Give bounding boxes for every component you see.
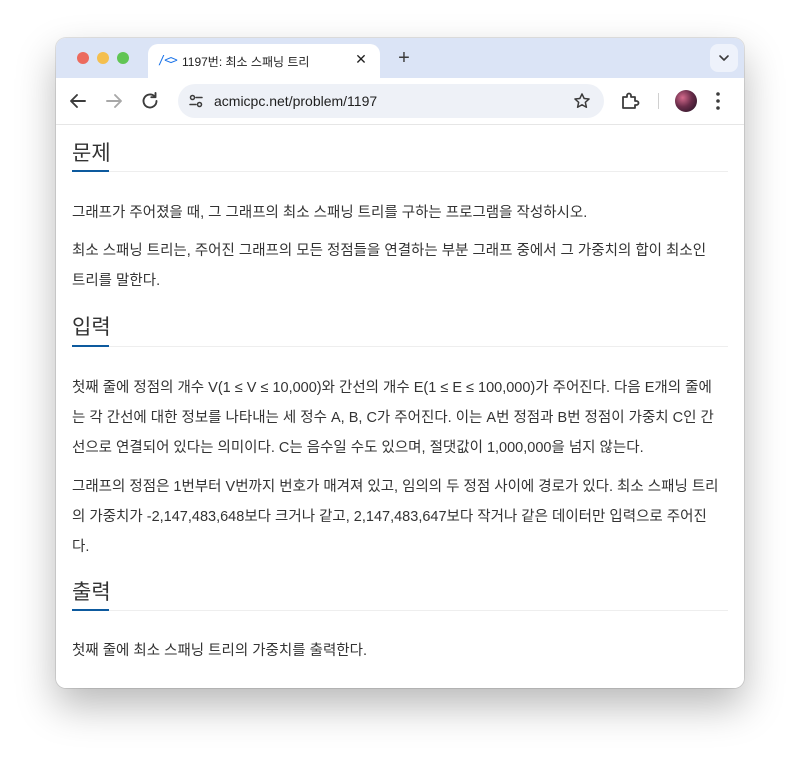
reload-icon <box>142 92 158 109</box>
browser-window: /<> 1197번: 최소 스패닝 트리 ✕ + acmicpc.net/pro… <box>56 38 744 688</box>
heading-rule <box>72 346 728 347</box>
back-arrow-icon <box>70 94 86 108</box>
tab-search-button[interactable] <box>710 44 738 72</box>
heading-rule <box>72 610 728 611</box>
forward-button[interactable] <box>102 89 126 113</box>
address-bar[interactable]: acmicpc.net/problem/1197 <box>178 84 604 118</box>
close-window-button[interactable] <box>77 52 89 64</box>
star-icon[interactable] <box>572 91 592 116</box>
tab-title: 1197번: 최소 스패닝 트리 <box>182 55 310 69</box>
minimize-window-button[interactable] <box>97 52 109 64</box>
avatar[interactable] <box>675 90 697 112</box>
heading-accent <box>72 170 109 172</box>
back-button[interactable] <box>66 89 90 113</box>
tab-active[interactable]: /<> 1197번: 최소 스패닝 트리 ✕ <box>148 44 380 78</box>
url-text[interactable]: acmicpc.net/problem/1197 <box>214 93 377 109</box>
kebab-menu-icon[interactable] <box>714 90 722 117</box>
toolbar-divider <box>658 93 659 109</box>
input-paragraph: 첫째 줄에 정점의 개수 V(1 ≤ V ≤ 10,000)와 간선의 개수 E… <box>72 380 714 456</box>
close-tab-icon[interactable]: ✕ <box>352 50 370 68</box>
input-paragraph: 그래프의 정점은 1번부터 V번까지 번호가 매겨져 있고, 임의의 두 정점 … <box>72 479 719 555</box>
reload-button[interactable] <box>138 89 162 113</box>
tune-icon[interactable] <box>188 93 204 114</box>
puzzle-icon[interactable] <box>618 89 642 118</box>
output-paragraph: 첫째 줄에 최소 스패닝 트리의 가중치를 출력한다. <box>72 643 367 659</box>
new-tab-button[interactable]: + <box>392 46 416 70</box>
browser-toolbar: acmicpc.net/problem/1197 <box>56 78 744 125</box>
description-paragraph: 최소 스패닝 트리는, 주어진 그래프의 모든 정점들을 연결하는 부분 그래프… <box>72 243 707 289</box>
heading-accent <box>72 345 109 347</box>
tab-strip: /<> 1197번: 최소 스패닝 트리 ✕ + <box>56 38 744 78</box>
page-content: 문제 그래프가 주어졌을 때, 그 그래프의 최소 스패닝 트리를 구하는 프로… <box>56 125 744 688</box>
forward-arrow-icon <box>106 94 122 108</box>
section-heading-output: 출력 <box>72 581 111 604</box>
zoom-window-button[interactable] <box>117 52 129 64</box>
chevron-down-icon <box>719 55 729 61</box>
description-paragraph: 그래프가 주어졌을 때, 그 그래프의 최소 스패닝 트리를 구하는 프로그램을… <box>72 205 588 221</box>
heading-accent <box>72 609 109 611</box>
heading-rule <box>72 171 728 172</box>
code-favicon-icon: /<> <box>158 53 178 67</box>
section-heading-input: 입력 <box>72 316 111 339</box>
section-heading-description: 문제 <box>72 142 111 165</box>
